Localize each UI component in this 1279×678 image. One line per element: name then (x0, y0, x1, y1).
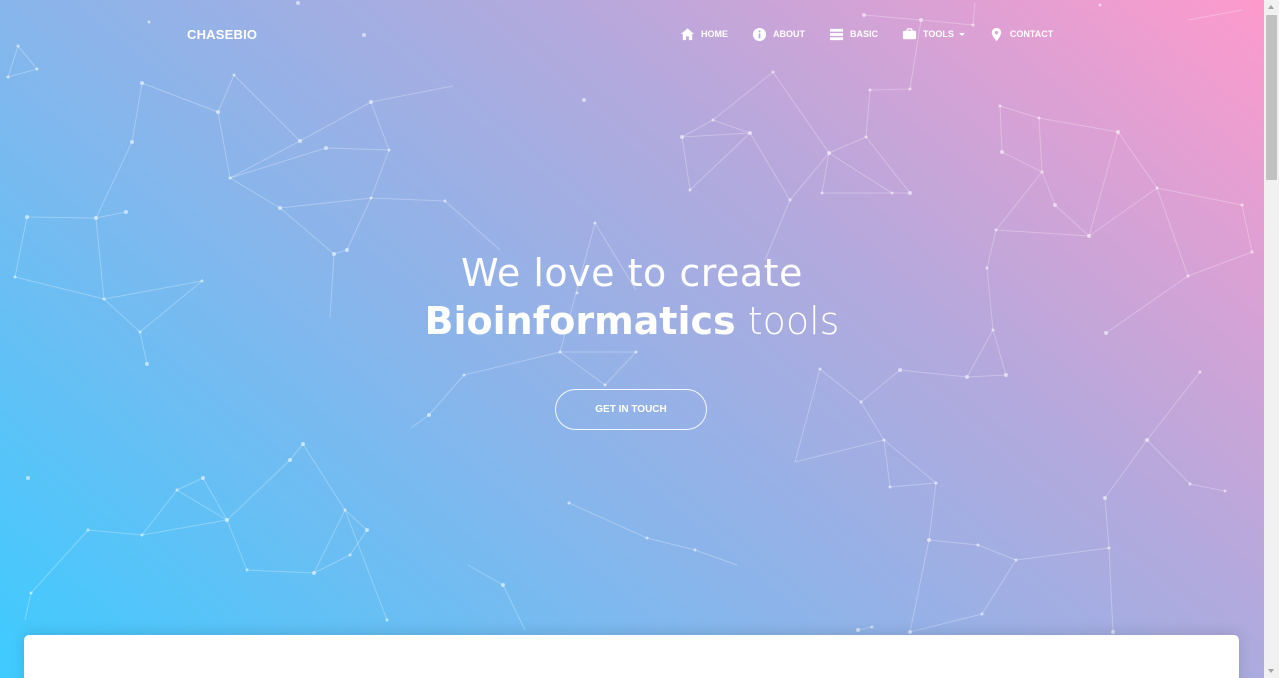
nav-home[interactable]: HOME (680, 26, 728, 42)
location-pin-icon (991, 27, 1002, 41)
content-card (24, 635, 1239, 678)
nav-about-label: ABOUT (773, 29, 805, 39)
home-icon (680, 27, 695, 40)
nav-basic[interactable]: BASIC (829, 26, 878, 42)
nav-home-label: HOME (701, 29, 728, 39)
nav-contact-label: CONTACT (1009, 29, 1054, 39)
nav-contact[interactable]: CONTACT (989, 26, 1053, 42)
hero-line2-rest: tools (735, 299, 840, 343)
info-icon (752, 27, 767, 41)
hero-line2: Bioinformatics tools (0, 296, 1264, 346)
hero-section: CHASEBIO HOME ABOUT BASIC TOOLS CONTACT … (0, 0, 1264, 678)
scroll-up-arrow-icon[interactable] (1268, 5, 1274, 9)
scroll-down-arrow-icon[interactable] (1268, 669, 1274, 673)
scroll-thumb[interactable] (1266, 15, 1277, 180)
brand-logo[interactable]: CHASEBIO (187, 27, 257, 42)
get-in-touch-button[interactable]: GET IN TOUCH (555, 389, 707, 430)
hero-highlight: Bioinformatics (424, 299, 736, 343)
hero-headline: We love to create Bioinformatics tools (0, 250, 1264, 346)
main-nav: HOME ABOUT BASIC TOOLS CONTACT (680, 26, 1077, 42)
vertical-scrollbar[interactable] (1264, 0, 1279, 678)
toolbox-icon (902, 27, 917, 39)
list-icon (829, 28, 844, 40)
nav-tools-dropdown[interactable]: TOOLS (902, 26, 965, 42)
hero-line1: We love to create (461, 251, 803, 295)
nav-tools-label: TOOLS (923, 29, 954, 39)
nav-basic-label: BASIC (850, 29, 879, 39)
chevron-down-icon (958, 32, 965, 36)
nav-about[interactable]: ABOUT (752, 26, 805, 42)
